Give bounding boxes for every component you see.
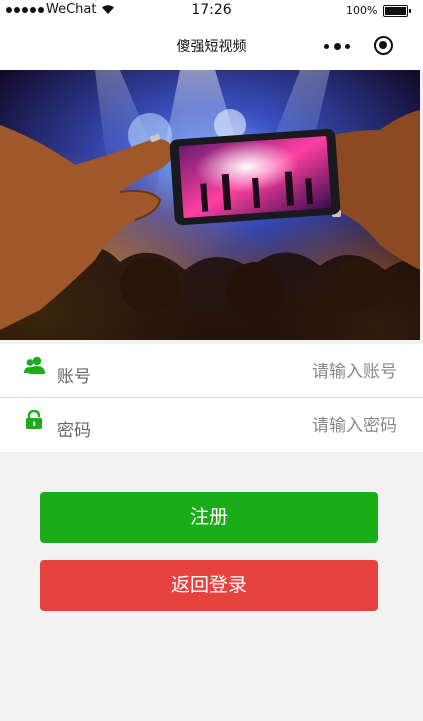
lock-icon (24, 409, 44, 430)
banner-image (0, 70, 420, 340)
back-to-login-button[interactable]: 返回登录 (40, 560, 378, 611)
account-row: 账号 (0, 344, 423, 398)
more-menu-icon[interactable] (324, 42, 350, 50)
battery-icon (383, 5, 411, 17)
concert-photo (0, 70, 420, 340)
password-label: 密码 (57, 421, 91, 441)
password-input[interactable] (197, 413, 397, 439)
login-form: 账号 密码 (0, 344, 423, 452)
navigation-bar: 傻强短视频 (0, 22, 423, 70)
close-miniprogram-icon[interactable] (374, 36, 393, 55)
account-input[interactable] (197, 359, 397, 385)
page-title: 傻强短视频 (176, 39, 247, 55)
user-icon (24, 356, 45, 376)
password-row: 密码 (0, 398, 423, 452)
status-bar: WeChat 17:26 100% (0, 0, 423, 22)
register-button[interactable]: 注册 (40, 492, 378, 543)
account-label: 账号 (57, 367, 91, 387)
battery-percent: 100% (346, 4, 378, 17)
